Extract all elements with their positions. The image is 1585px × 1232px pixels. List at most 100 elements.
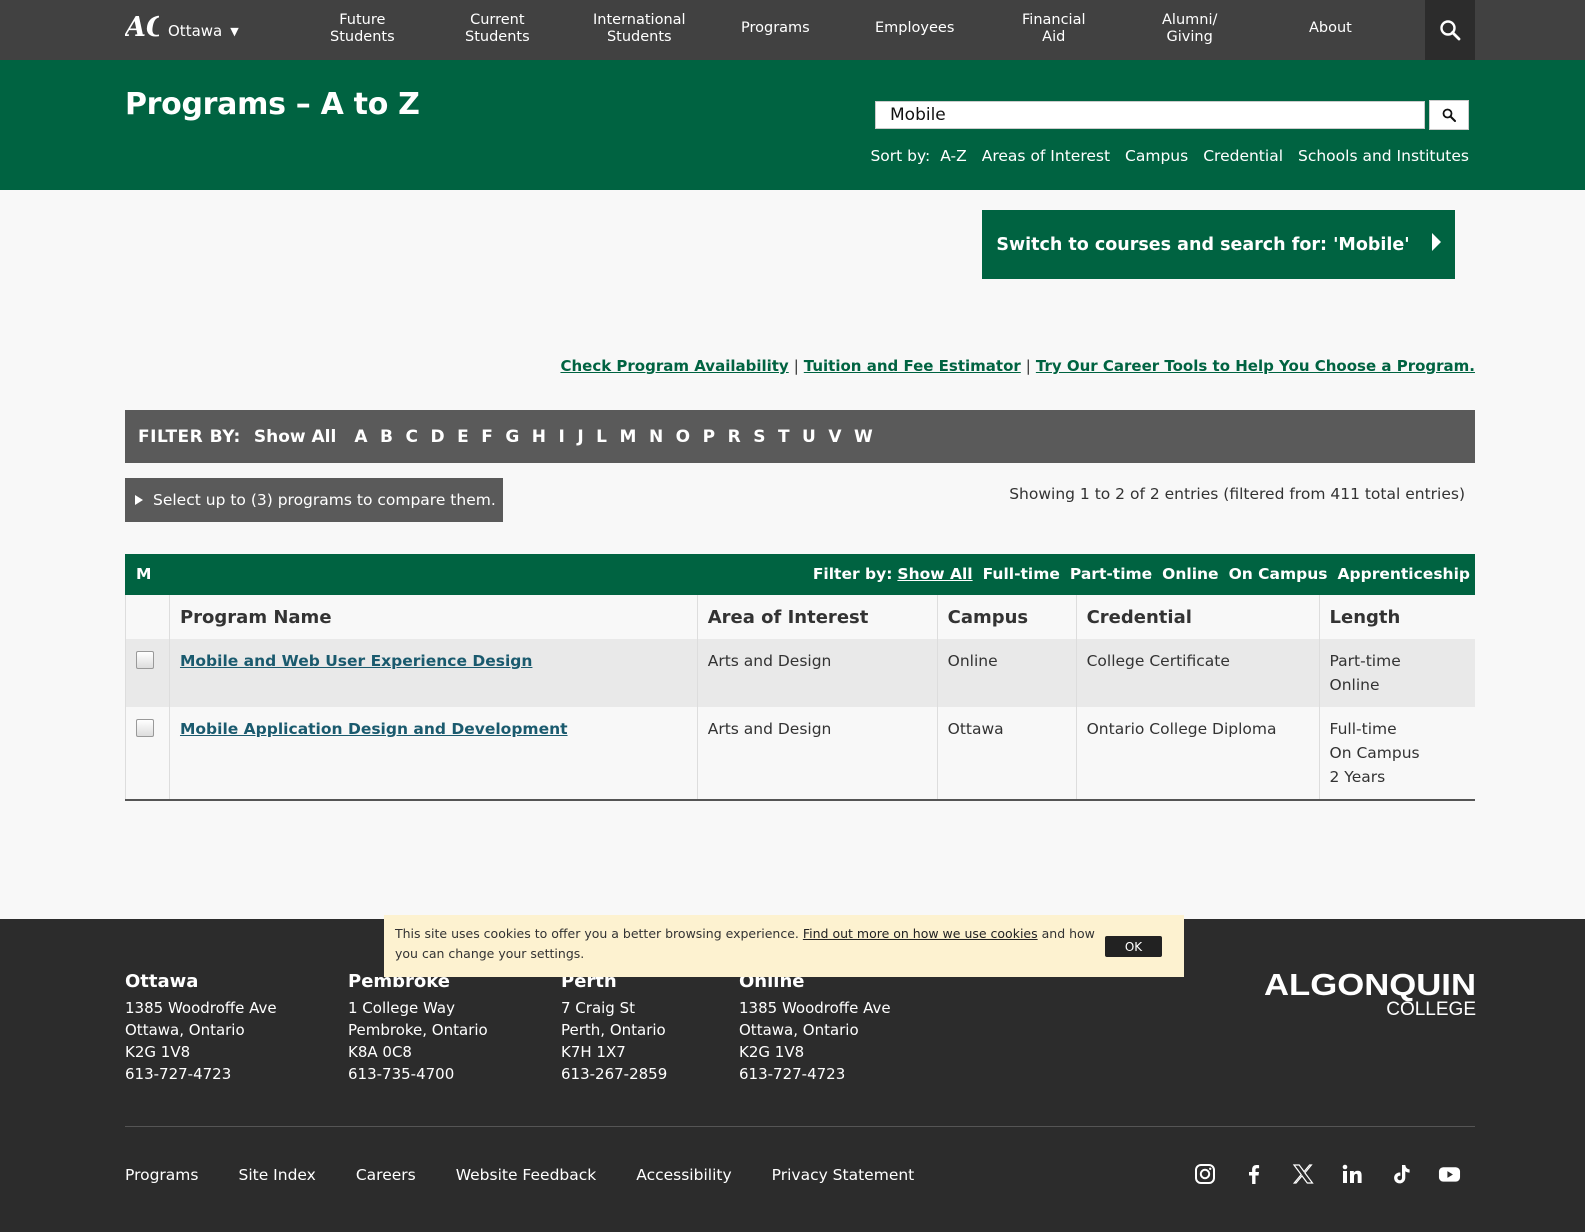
compare-programs-toggle[interactable]: Select up to (3) programs to compare the…: [125, 478, 503, 522]
filter-letter-s[interactable]: S: [753, 427, 765, 447]
program-link[interactable]: Mobile and Web User Experience Design: [180, 652, 532, 670]
search-icon: [1440, 20, 1461, 41]
header-area-of-interest[interactable]: Area of Interest: [697, 595, 938, 639]
youtube-icon[interactable]: [1438, 1162, 1461, 1185]
footer-link-accessibility[interactable]: Accessibility: [636, 1166, 731, 1184]
facebook-icon[interactable]: [1242, 1162, 1265, 1185]
nav-about[interactable]: About: [1309, 20, 1352, 37]
nav-employees[interactable]: Employees: [875, 20, 954, 37]
filter-letter-c[interactable]: C: [405, 427, 417, 447]
type-filter-on-campus[interactable]: On Campus: [1229, 565, 1328, 583]
x-icon[interactable]: [1291, 1162, 1314, 1185]
address-line: Ottawa, Ontario: [125, 1021, 245, 1039]
separator: |: [1025, 357, 1031, 375]
cookie-policy-link[interactable]: Find out more on how we use cookies: [803, 926, 1038, 941]
filter-letter-o[interactable]: O: [676, 427, 690, 447]
cookie-text: This site uses cookies to offer you a be…: [395, 926, 799, 941]
sort-campus-link[interactable]: Campus: [1125, 147, 1188, 165]
sort-schools-link[interactable]: Schools and Institutes: [1298, 147, 1469, 165]
address-line: K2G 1V8: [125, 1043, 191, 1061]
algonquin-college-logo[interactable]: ALGONQUIN COLLEGE: [1262, 969, 1476, 1017]
compare-checkbox[interactable]: [136, 651, 154, 669]
sort-a-z-link[interactable]: A-Z: [940, 147, 966, 165]
address-line: Pembroke, Ontario: [348, 1021, 488, 1039]
switch-to-courses-button[interactable]: Switch to courses and search for: 'Mobil…: [982, 210, 1455, 279]
footer-campus-online: Online 1385 Woodroffe Ave Ottawa, Ontari…: [739, 971, 891, 1085]
svg-text:AC: AC: [125, 12, 159, 40]
page-header: Programs – A to Z Sort by: A-Z Areas of …: [0, 60, 1585, 190]
instagram-icon[interactable]: [1193, 1162, 1216, 1185]
phone-link[interactable]: 613-267-2859: [561, 1063, 667, 1085]
type-filter-apprenticeship[interactable]: Apprenticeship: [1338, 565, 1470, 583]
tuition-estimator-link[interactable]: Tuition and Fee Estimator: [804, 357, 1021, 375]
footer-link-careers[interactable]: Careers: [356, 1166, 416, 1184]
length-line: Part-time: [1329, 652, 1401, 670]
filter-letter-n[interactable]: N: [649, 427, 663, 447]
filter-show-all[interactable]: Show All: [254, 427, 336, 447]
footer-link-feedback[interactable]: Website Feedback: [456, 1166, 597, 1184]
type-filter-part-time[interactable]: Part-time: [1070, 565, 1152, 583]
header-length[interactable]: Length: [1319, 595, 1475, 639]
cookie-ok-button[interactable]: OK: [1105, 936, 1162, 957]
program-search-input[interactable]: [875, 101, 1425, 129]
header-campus[interactable]: Campus: [937, 595, 1077, 639]
page-title: Programs – A to Z: [125, 87, 420, 122]
tiktok-icon[interactable]: [1389, 1162, 1412, 1185]
linkedin-icon[interactable]: [1340, 1162, 1363, 1185]
sort-areas-of-interest-link[interactable]: Areas of Interest: [982, 147, 1110, 165]
program-link[interactable]: Mobile Application Design and Developmen…: [180, 720, 568, 738]
filter-letter-b[interactable]: B: [380, 427, 393, 447]
sort-credential-link[interactable]: Credential: [1203, 147, 1283, 165]
filter-letter-r[interactable]: R: [728, 427, 741, 447]
type-filter: Filter by: Show All Full-time Part-time …: [813, 565, 1470, 583]
filter-letter-m[interactable]: M: [620, 427, 637, 447]
search-icon: [1442, 108, 1456, 122]
switch-button-label: Switch to courses and search for: 'Mobil…: [996, 234, 1410, 255]
filter-letter-f[interactable]: F: [481, 427, 493, 447]
filter-letter-p[interactable]: P: [703, 427, 715, 447]
career-tools-link[interactable]: Try Our Career Tools to Help You Choose …: [1036, 357, 1475, 375]
filter-letter-w[interactable]: W: [854, 427, 873, 447]
footer-link-privacy[interactable]: Privacy Statement: [772, 1166, 915, 1184]
filter-letter-a[interactable]: A: [354, 427, 367, 447]
footer-link-site-index[interactable]: Site Index: [238, 1166, 315, 1184]
nav-financial-aid[interactable]: Financial Aid: [1022, 12, 1086, 46]
separator: |: [793, 357, 799, 375]
filter-letter-t[interactable]: T: [778, 427, 790, 447]
table-row: Mobile Application Design and Developmen…: [125, 707, 1475, 801]
check-availability-link[interactable]: Check Program Availability: [560, 357, 788, 375]
phone-link[interactable]: 613-727-4723: [125, 1063, 277, 1085]
nav-alumni-giving[interactable]: Alumni/ Giving: [1162, 12, 1217, 46]
type-filter-online[interactable]: Online: [1162, 565, 1218, 583]
group-letter: M: [136, 565, 152, 583]
header-program-name[interactable]: Program Name: [169, 595, 698, 639]
phone-link[interactable]: 613-727-4723: [739, 1063, 891, 1085]
campus-selector[interactable]: Ottawa ▼: [168, 22, 239, 40]
filter-letter-g[interactable]: G: [505, 427, 519, 447]
logo-text-main: ALGONQUIN: [1264, 969, 1476, 1002]
phone-link[interactable]: 613-735-4700: [348, 1063, 488, 1085]
nav-search-button[interactable]: [1425, 0, 1475, 60]
nav-future-students[interactable]: Future Students: [330, 12, 395, 46]
filter-letter-j[interactable]: J: [577, 427, 583, 447]
filter-letter-e[interactable]: E: [457, 427, 469, 447]
filter-letter-l[interactable]: L: [596, 427, 607, 447]
header-credential[interactable]: Credential: [1076, 595, 1320, 639]
campus-label: Ottawa: [168, 22, 223, 40]
footer-link-programs[interactable]: Programs: [125, 1166, 198, 1184]
filter-letter-v[interactable]: V: [828, 427, 841, 447]
filter-letter-i[interactable]: I: [559, 427, 565, 447]
length-line: Full-time: [1329, 720, 1397, 738]
program-search-button[interactable]: [1429, 100, 1469, 130]
type-filter-full-time[interactable]: Full-time: [983, 565, 1060, 583]
filter-letter-h[interactable]: H: [532, 427, 546, 447]
compare-checkbox[interactable]: [136, 719, 154, 737]
ac-logo-icon[interactable]: AC: [125, 12, 159, 40]
nav-programs[interactable]: Programs: [741, 20, 810, 37]
nav-current-students[interactable]: Current Students: [465, 12, 530, 46]
type-filter-show-all[interactable]: Show All: [897, 565, 972, 583]
footer-campus-ottawa: Ottawa 1385 Woodroffe Ave Ottawa, Ontari…: [125, 971, 277, 1085]
nav-international-students[interactable]: International Students: [593, 12, 686, 46]
filter-letter-d[interactable]: D: [430, 427, 444, 447]
filter-letter-u[interactable]: U: [802, 427, 816, 447]
